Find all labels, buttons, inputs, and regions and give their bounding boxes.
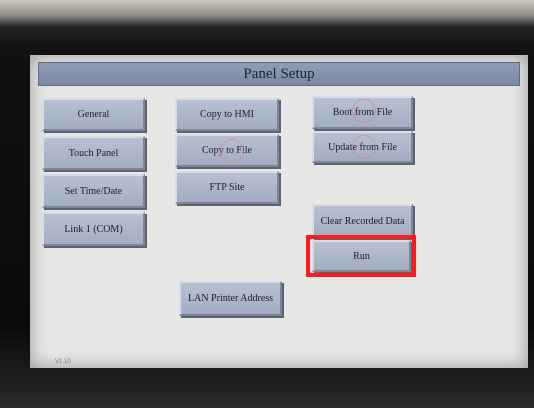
update-from-file-button[interactable]: Update from File (312, 131, 413, 163)
lan-printer-address-button[interactable]: LAN Printer Address (179, 281, 282, 316)
copy-to-hmi-button[interactable]: Copy to HMI (175, 98, 279, 131)
page-title: Panel Setup (243, 65, 315, 82)
touch-panel-button[interactable]: Touch Panel (42, 136, 145, 170)
clear-recorded-data-button[interactable]: Clear Recorded Data (312, 204, 413, 238)
general-button[interactable]: General (42, 98, 145, 131)
background-wall (0, 0, 534, 26)
version-label: V1.10 (55, 359, 71, 365)
boot-from-file-button[interactable]: Boot from File (312, 96, 413, 129)
panel-setup-title-bar: Panel Setup (38, 62, 520, 86)
touch-screen: Panel Setup General Touch Panel Set Time… (30, 55, 528, 368)
link1-com-button[interactable]: Link 1 (COM) (42, 212, 145, 246)
copy-to-file-button[interactable]: Copy to File (175, 134, 279, 167)
ftp-site-button[interactable]: FTP Site (175, 171, 279, 204)
set-time-date-button[interactable]: Set Time/Date (42, 174, 145, 208)
run-highlight-box (306, 235, 416, 277)
